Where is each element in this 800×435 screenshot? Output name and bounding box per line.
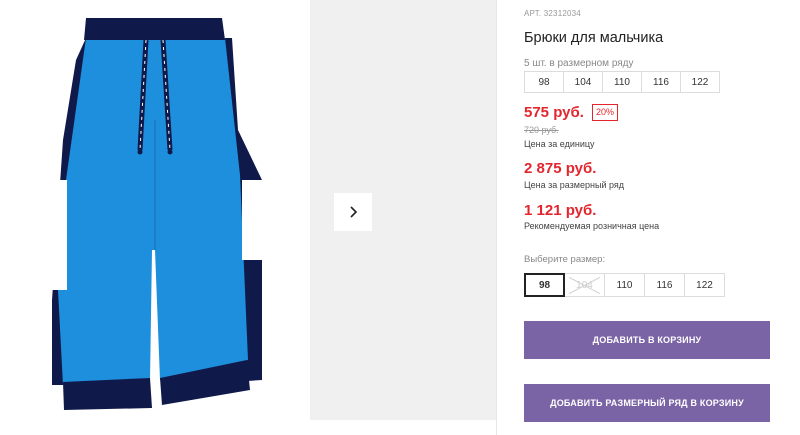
size-row-item: 122 (680, 71, 720, 93)
column-divider (496, 0, 497, 435)
row-price: 2 875 руб. (524, 160, 597, 177)
size-row-item: 98 (524, 71, 564, 93)
old-price: 720 руб. (524, 125, 559, 135)
article-number: АРТ. 32312034 (524, 9, 581, 18)
unit-price: 575 руб. (524, 104, 584, 121)
unit-price-line: 575 руб. 20% (524, 104, 618, 121)
discount-badge: 20% (591, 104, 618, 121)
pants-image (51, 18, 262, 410)
retail-price: 1 121 руб. (524, 202, 597, 219)
gallery-secondary-slide (310, 0, 496, 420)
retail-price-caption: Рекомендуемая розничная цена (524, 221, 660, 231)
size-row-caption: 5 шт. в размерном ряду (524, 58, 634, 69)
chevron-right-icon (350, 206, 358, 218)
size-option-104: 104 (564, 273, 605, 297)
unit-price-caption: Цена за единицу (524, 139, 595, 149)
size-option-98[interactable]: 98 (524, 273, 565, 297)
product-title: Брюки для мальчика (524, 30, 664, 46)
row-price-line: 2 875 руб. (524, 160, 596, 177)
size-row-item: 116 (641, 71, 681, 93)
size-row-list: 98 104 110 116 122 (524, 71, 720, 93)
choose-size-label: Выберите размер: (524, 254, 606, 265)
gallery-next-button[interactable] (334, 193, 372, 231)
row-price-caption: Цена за размерный ряд (524, 180, 625, 190)
retail-price-line: 1 121 руб. (524, 202, 596, 219)
size-row-item: 104 (563, 71, 603, 93)
add-to-cart-button[interactable]: ДОБАВИТЬ В КОРЗИНУ (524, 321, 770, 359)
add-size-row-to-cart-button[interactable]: ДОБАВИТЬ РАЗМЕРНЫЙ РЯД В КОРЗИНУ (524, 384, 770, 422)
size-row-item: 110 (602, 71, 642, 93)
size-option-110[interactable]: 110 (604, 273, 645, 297)
size-option-122[interactable]: 122 (684, 273, 725, 297)
product-main-image[interactable] (0, 0, 305, 435)
size-picker: 98 104 110 116 122 (524, 273, 725, 297)
size-option-116[interactable]: 116 (644, 273, 685, 297)
